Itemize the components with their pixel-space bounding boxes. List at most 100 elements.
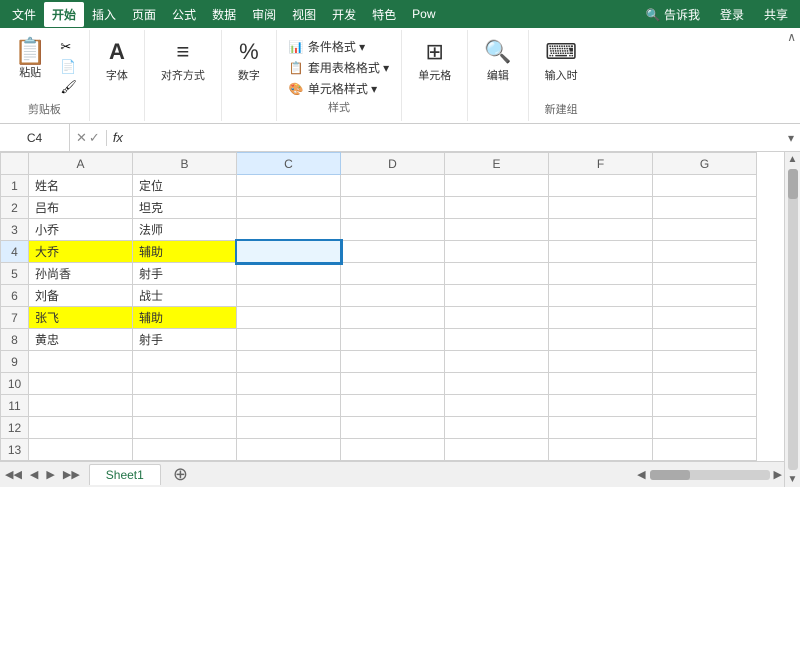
col-header-F[interactable]: F (549, 153, 653, 175)
cell[interactable] (549, 263, 653, 285)
menu-dev[interactable]: 开发 (324, 2, 364, 27)
row-header-9[interactable]: 9 (1, 351, 29, 373)
format-painter-button[interactable]: 🖌 (56, 78, 81, 96)
cell[interactable] (549, 307, 653, 329)
cell[interactable] (237, 285, 341, 307)
row-header-3[interactable]: 3 (1, 219, 29, 241)
row-header-2[interactable]: 2 (1, 197, 29, 219)
v-scrollbar-track[interactable] (788, 169, 798, 470)
cell[interactable] (341, 241, 445, 263)
paste-button[interactable]: 📋 粘贴 (8, 34, 52, 84)
menu-view[interactable]: 视图 (284, 2, 324, 27)
cell[interactable] (445, 439, 549, 461)
cell[interactable] (653, 241, 757, 263)
cell[interactable]: 法师 (133, 219, 237, 241)
cell[interactable] (29, 373, 133, 395)
cell[interactable] (237, 351, 341, 373)
cell[interactable] (133, 373, 237, 395)
cell[interactable] (653, 439, 757, 461)
row-header-8[interactable]: 8 (1, 329, 29, 351)
cell[interactable]: 黄忠 (29, 329, 133, 351)
row-header-10[interactable]: 10 (1, 373, 29, 395)
cell[interactable] (445, 197, 549, 219)
row-header-4[interactable]: 4 (1, 241, 29, 263)
edit-button[interactable]: 🔍 编辑 (476, 34, 519, 87)
cell[interactable] (653, 197, 757, 219)
confirm-icon[interactable]: ✓ (89, 130, 100, 146)
cell[interactable] (549, 241, 653, 263)
cell[interactable] (549, 439, 653, 461)
cell-style-button[interactable]: 🎨单元格样式 ▾ (285, 78, 393, 99)
tab-nav-next[interactable]: ▶ (43, 467, 57, 482)
ribbon-collapse-button[interactable]: ∧ (787, 30, 796, 44)
cell[interactable] (653, 373, 757, 395)
cell[interactable] (341, 329, 445, 351)
sheet-tab-Sheet1[interactable]: Sheet1 (89, 464, 161, 485)
cell[interactable] (653, 219, 757, 241)
cell[interactable] (237, 307, 341, 329)
cell[interactable] (237, 439, 341, 461)
menu-review[interactable]: 审阅 (244, 2, 284, 27)
cell[interactable] (653, 329, 757, 351)
col-header-A[interactable]: A (29, 153, 133, 175)
cell[interactable] (341, 175, 445, 197)
cell[interactable]: 坦克 (133, 197, 237, 219)
cell[interactable] (549, 417, 653, 439)
cell[interactable] (341, 373, 445, 395)
cell[interactable] (653, 175, 757, 197)
h-scrollbar-track[interactable] (650, 470, 770, 480)
cell[interactable] (237, 395, 341, 417)
scroll-right-btn[interactable]: ▶ (774, 468, 782, 481)
cell[interactable] (653, 417, 757, 439)
cell[interactable]: 张飞 (29, 307, 133, 329)
share-btn[interactable]: 共享 (756, 4, 796, 25)
col-header-E[interactable]: E (445, 153, 549, 175)
menu-formula[interactable]: 公式 (164, 2, 204, 27)
cell[interactable] (341, 417, 445, 439)
cell[interactable] (133, 417, 237, 439)
menu-home[interactable]: 开始 (44, 2, 84, 27)
cell[interactable] (653, 307, 757, 329)
cell[interactable] (237, 263, 341, 285)
cell[interactable] (341, 197, 445, 219)
cell[interactable] (341, 285, 445, 307)
cell[interactable] (549, 329, 653, 351)
cell[interactable] (341, 263, 445, 285)
cell[interactable]: 辅助 (133, 307, 237, 329)
menu-page[interactable]: 页面 (124, 2, 164, 27)
cell[interactable] (133, 439, 237, 461)
conditional-format-button[interactable]: 📊条件格式 ▾ (285, 36, 393, 57)
login-btn[interactable]: 登录 (712, 4, 752, 25)
cell[interactable] (29, 417, 133, 439)
cell[interactable] (237, 175, 341, 197)
cell[interactable] (445, 351, 549, 373)
cell[interactable] (237, 417, 341, 439)
row-header-13[interactable]: 13 (1, 439, 29, 461)
cell[interactable]: 孙尚香 (29, 263, 133, 285)
cell[interactable]: 小乔 (29, 219, 133, 241)
cell[interactable] (549, 197, 653, 219)
cell[interactable] (653, 351, 757, 373)
row-header-1[interactable]: 1 (1, 175, 29, 197)
cell[interactable]: 大乔 (29, 241, 133, 263)
cut-button[interactable]: ✂ (56, 38, 81, 56)
menu-special[interactable]: 特色 (364, 2, 404, 27)
col-header-D[interactable]: D (341, 153, 445, 175)
cell[interactable] (653, 395, 757, 417)
cell[interactable] (549, 351, 653, 373)
tab-nav-last[interactable]: ▶▶ (60, 467, 83, 482)
cell[interactable] (341, 439, 445, 461)
row-header-5[interactable]: 5 (1, 263, 29, 285)
cell[interactable]: 射手 (133, 329, 237, 351)
table-format-button[interactable]: 📋套用表格格式 ▾ (285, 57, 393, 78)
menu-file[interactable]: 文件 (4, 2, 44, 27)
cell[interactable] (445, 241, 549, 263)
cell[interactable] (653, 263, 757, 285)
cell[interactable] (549, 373, 653, 395)
scroll-up-btn[interactable]: ▲ (786, 152, 800, 167)
row-header-6[interactable]: 6 (1, 285, 29, 307)
col-header-G[interactable]: G (653, 153, 757, 175)
cell[interactable] (29, 395, 133, 417)
cell[interactable]: 吕布 (29, 197, 133, 219)
cell[interactable] (341, 307, 445, 329)
